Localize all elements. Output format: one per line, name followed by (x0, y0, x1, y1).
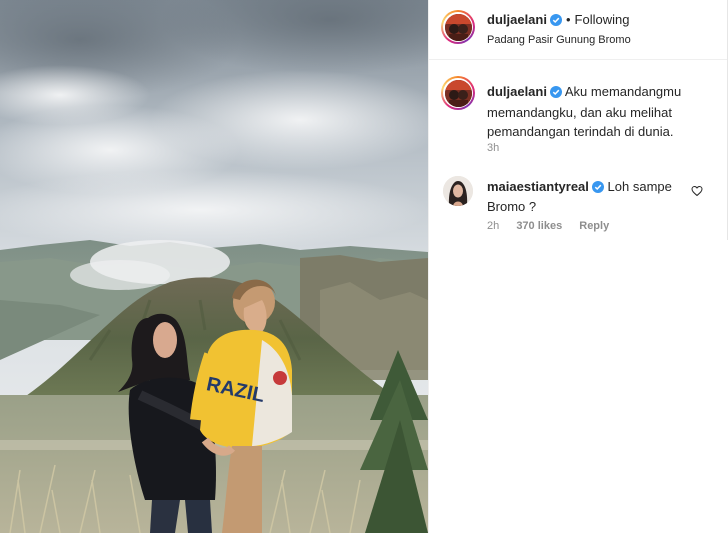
commenter-avatar[interactable] (443, 176, 473, 206)
author-avatar[interactable] (441, 10, 475, 44)
comment-time[interactable]: 2h (487, 220, 499, 232)
caption-avatar-image (444, 79, 472, 107)
post-side-panel: duljaelani • Following Padang Pasir Gunung… (428, 0, 728, 533)
heart-icon[interactable] (691, 184, 703, 197)
caption-text-block: duljaelani Aku memandangmu memandangku, … (487, 82, 717, 141)
verified-badge-icon (549, 14, 562, 30)
post-photo[interactable]: RAZIL (0, 0, 428, 533)
reply-button[interactable]: Reply (579, 220, 609, 232)
bromo-couple-photo: RAZIL (0, 0, 428, 533)
verified-badge-icon (591, 180, 604, 198)
caption-username[interactable]: duljaelani (487, 84, 547, 99)
separator-dot: • (565, 12, 571, 27)
verified-badge-icon (549, 84, 562, 103)
location-link[interactable]: Padang Pasir Gunung Bromo (487, 33, 631, 47)
header-names: duljaelani • Following Padang Pasir Gunung… (487, 12, 631, 47)
instagram-post: RAZIL duljaelani • Following Padang Pasi… (0, 0, 728, 533)
caption-avatar[interactable] (441, 76, 475, 110)
comment-text-block: maiaestiantyreal Loh sampe Bromo ? (487, 178, 677, 216)
caption-time[interactable]: 3h (487, 142, 499, 154)
comment-meta: 2h 370 likes Reply (487, 220, 623, 232)
commenter-avatar-image (443, 176, 473, 206)
author-username[interactable]: duljaelani (487, 12, 547, 27)
commenter-username[interactable]: maiaestiantyreal (487, 179, 589, 194)
post-header: duljaelani • Following Padang Pasir Gunung… (429, 0, 728, 60)
following-button[interactable]: Following (575, 12, 630, 27)
author-avatar-image (444, 13, 472, 41)
comment-likes[interactable]: 370 likes (516, 220, 562, 232)
